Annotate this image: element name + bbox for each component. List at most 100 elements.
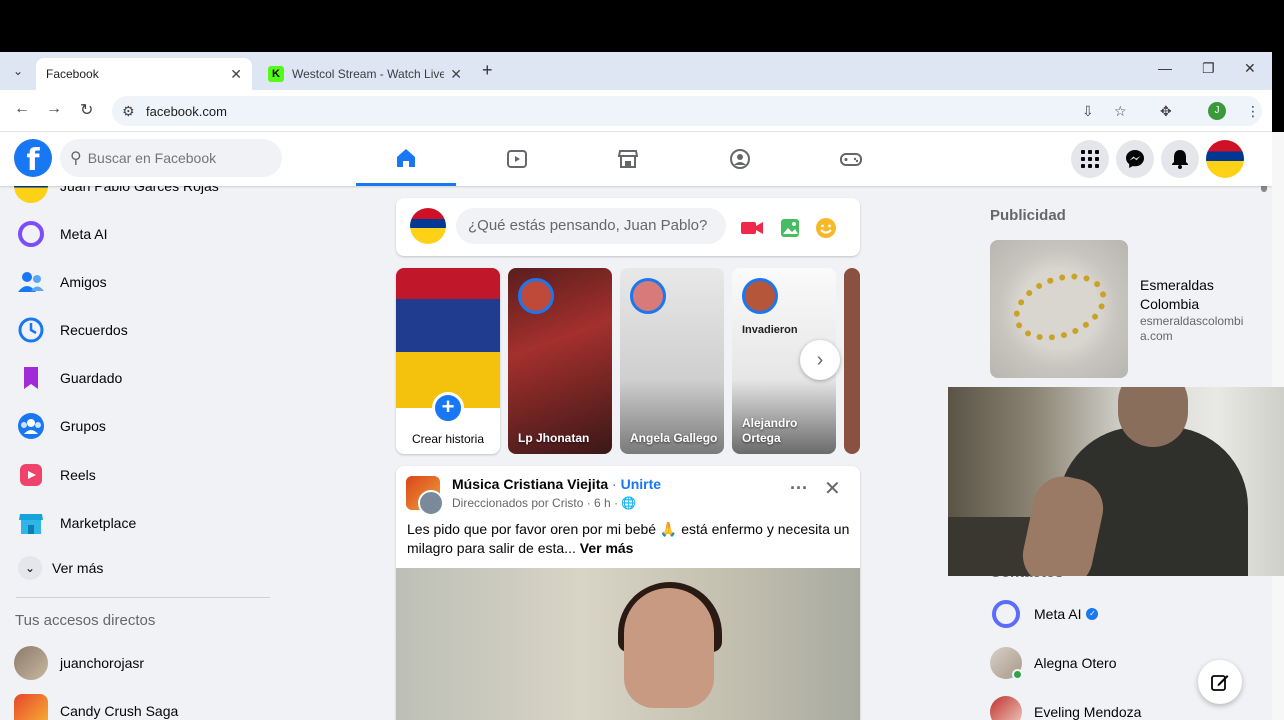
- close-tab-icon[interactable]: ✕: [230, 66, 242, 83]
- nav-tab-marketplace[interactable]: [578, 132, 678, 186]
- ad-title[interactable]: Esmeraldas Colombia: [1140, 276, 1250, 314]
- sidebar-item-reels[interactable]: Reels: [14, 453, 284, 497]
- create-story-label: Crear historia: [411, 432, 485, 446]
- post-body: Les pido que por favor oren por mi bebé …: [407, 520, 853, 558]
- search-input[interactable]: [87, 150, 258, 166]
- memories-icon: [14, 313, 48, 347]
- close-tab-icon[interactable]: ✕: [450, 66, 462, 83]
- site-info-icon[interactable]: ⚙: [122, 103, 135, 120]
- post-composer: ¿Qué estás pensando, Juan Pablo?: [396, 198, 860, 256]
- messenger-button[interactable]: [1116, 140, 1154, 178]
- nav-tab-groups[interactable]: [690, 132, 790, 186]
- create-story-card[interactable]: + Crear historia: [396, 268, 500, 454]
- ad-image[interactable]: [990, 240, 1128, 378]
- install-app-icon[interactable]: ⇩: [1082, 103, 1094, 120]
- menu-grid-button[interactable]: [1071, 140, 1109, 178]
- extensions-icon[interactable]: ✥: [1160, 103, 1172, 120]
- sidebar-item-label: Meta AI: [60, 226, 108, 242]
- nav-tab-home[interactable]: [356, 132, 456, 186]
- ad-url[interactable]: esmeraldascolombia.com: [1140, 314, 1248, 344]
- shortcut-avatar: [14, 646, 48, 680]
- see-more-button[interactable]: ⌄ Ver más: [14, 546, 284, 590]
- sidebar-item-label: Amigos: [60, 274, 107, 290]
- stories-next-button[interactable]: ›: [800, 340, 840, 380]
- forward-icon[interactable]: →: [46, 100, 62, 118]
- story-name: Alejandro Ortega: [742, 416, 798, 445]
- back-icon[interactable]: ←: [14, 100, 30, 118]
- story-heading: Invadieron: [742, 324, 798, 336]
- story-card-partial[interactable]: [844, 268, 860, 454]
- nav-tab-gaming[interactable]: [801, 132, 901, 186]
- sidebar-item-label: Reels: [60, 467, 96, 483]
- shortcut-item[interactable]: juanchorojasr: [14, 641, 284, 685]
- post-header: Música Cristiana Viejita · Unirte: [452, 476, 661, 492]
- composer-avatar[interactable]: [410, 208, 446, 244]
- contact-name: Alegna Otero: [1034, 655, 1117, 671]
- url-text: facebook.com: [146, 103, 227, 119]
- shortcuts-heading: Tus accesos directos: [15, 612, 156, 629]
- contact-item[interactable]: Meta AI ✓: [990, 594, 1250, 634]
- post-options-icon[interactable]: ···: [790, 478, 808, 499]
- minimize-icon[interactable]: —: [1158, 60, 1172, 76]
- sidebar-item-marketplace[interactable]: Marketplace: [14, 501, 284, 545]
- browser-profile-avatar[interactable]: J: [1208, 102, 1226, 120]
- composer-input[interactable]: ¿Qué estás pensando, Juan Pablo?: [456, 208, 726, 244]
- groups-icon: [14, 409, 48, 443]
- tab-facebook[interactable]: f Facebook ✕: [36, 58, 252, 206]
- new-tab-icon[interactable]: +: [482, 60, 493, 81]
- search-box[interactable]: ⚲: [60, 139, 282, 177]
- sidebar-item-label: Marketplace: [60, 515, 137, 531]
- browser-menu-icon[interactable]: ⋮: [1246, 103, 1260, 120]
- webcam-overlay: [948, 387, 1284, 576]
- tab-westcol-stream[interactable]: K Westcol Stream - Watch Live on ✕: [258, 58, 472, 90]
- globe-icon: 🌐: [621, 496, 637, 510]
- contact-name: Meta AI: [1034, 606, 1082, 622]
- sidebar-item-meta-ai[interactable]: Meta AI: [14, 212, 284, 256]
- window-close-icon[interactable]: ✕: [1244, 60, 1256, 77]
- shortcut-item[interactable]: Candy Crush Saga: [14, 689, 284, 720]
- sidebar-item-amigos[interactable]: Amigos: [14, 260, 284, 304]
- bookmark-star-icon[interactable]: ☆: [1114, 103, 1127, 120]
- join-group-link[interactable]: Unirte: [621, 476, 661, 492]
- post-meta-text: Direccionados por Cristo · 6 h ·: [452, 496, 622, 510]
- grid-menu-icon: [1081, 150, 1099, 168]
- candy-crush-icon: [14, 694, 48, 720]
- poster-avatar[interactable]: [418, 490, 444, 516]
- story-avatar: [518, 278, 554, 314]
- story-card[interactable]: Lp Jhonatan: [508, 268, 612, 454]
- see-more-label: Ver más: [52, 560, 104, 576]
- see-more-link[interactable]: Ver más: [580, 540, 634, 556]
- groups-icon: [730, 149, 750, 169]
- marketplace-icon: [14, 506, 48, 540]
- bell-icon: [1172, 150, 1188, 169]
- sidebar-item-label: Grupos: [60, 418, 106, 434]
- kick-favicon-icon: K: [268, 66, 284, 82]
- story-card[interactable]: Angela Gallego: [620, 268, 724, 454]
- new-message-button[interactable]: [1198, 660, 1242, 704]
- shortcut-label: Candy Crush Saga: [60, 703, 179, 719]
- feeling-icon[interactable]: [814, 216, 838, 240]
- reload-icon[interactable]: ↻: [80, 100, 93, 120]
- sidebar-item-recuerdos[interactable]: Recuerdos: [14, 308, 284, 352]
- nav-tab-video[interactable]: [467, 132, 567, 186]
- photo-video-icon[interactable]: [778, 216, 802, 240]
- restore-icon[interactable]: ❐: [1202, 60, 1215, 77]
- hide-post-icon[interactable]: ✕: [824, 476, 841, 501]
- tab-search-chevron-icon[interactable]: ⌄: [8, 61, 28, 81]
- bracelet-graphic: [1004, 261, 1116, 353]
- post-meta: Direccionados por Cristo · 6 h · 🌐: [452, 496, 636, 510]
- reels-icon: [14, 458, 48, 492]
- post-photo[interactable]: [396, 568, 860, 720]
- account-avatar[interactable]: [1206, 140, 1244, 178]
- notifications-button[interactable]: [1161, 140, 1199, 178]
- facebook-top-nav: f ⚲: [0, 132, 1272, 186]
- sidebar-item-guardado[interactable]: Guardado: [14, 356, 284, 400]
- story-name: Lp Jhonatan: [518, 431, 590, 445]
- group-name-link[interactable]: Música Cristiana Viejita: [452, 476, 608, 492]
- sidebar-item-grupos[interactable]: Grupos: [14, 404, 284, 448]
- chevron-right-icon: ›: [816, 349, 824, 371]
- messenger-icon: [1126, 150, 1144, 168]
- search-icon: ⚲: [70, 150, 82, 167]
- live-video-icon[interactable]: [740, 216, 764, 240]
- facebook-logo-icon[interactable]: f: [14, 139, 52, 178]
